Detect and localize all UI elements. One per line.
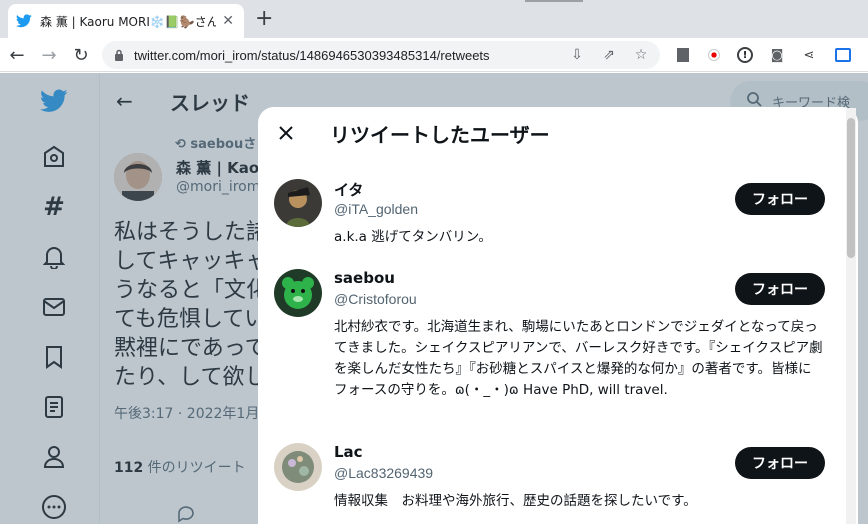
- close-icon[interactable]: [274, 121, 298, 145]
- avatar[interactable]: [274, 269, 322, 317]
- user-bio: 情報収集 お料理や海外旅行、歴史の話題を探したいです。: [334, 493, 697, 509]
- follow-button[interactable]: フォロー: [735, 447, 825, 479]
- url-text: twitter.com/mori_irom/status/14869465303…: [134, 47, 490, 63]
- list-item[interactable]: saebou @Cristoforou 北村紗衣です。北海道生まれ、駒場にいたあ…: [258, 269, 858, 429]
- modal-title: リツイートしたユーザー: [330, 123, 550, 147]
- reload-icon[interactable]: ↻: [68, 42, 94, 68]
- follow-button[interactable]: フォロー: [735, 183, 825, 215]
- list-item[interactable]: Lac @Lac83269439 情報収集 お料理や海外旅行、歴史の話題を探した…: [258, 443, 858, 523]
- lock-icon: [114, 46, 124, 65]
- new-tab-icon[interactable]: +: [255, 6, 273, 32]
- avatar[interactable]: [274, 179, 322, 227]
- extension-camera-icon[interactable]: ◙: [768, 46, 786, 64]
- forward-arrow-icon[interactable]: →: [36, 42, 62, 68]
- user-bio: 北村紗衣です。北海道生まれ、駒場にいたあとロンドンでジェダイとなって戻ってきまし…: [334, 319, 823, 398]
- user-name[interactable]: saebou: [334, 269, 395, 287]
- user-bio: a.k.a 逃げてタンバリン。: [334, 229, 492, 245]
- extension-share-icon[interactable]: ⋖: [800, 46, 818, 64]
- back-arrow-icon[interactable]: ←: [4, 42, 30, 68]
- list-item[interactable]: イタ @iTA_golden a.k.a 逃げてタンバリン。 フォロー: [258, 179, 858, 259]
- share-icon[interactable]: ⇗: [600, 46, 618, 64]
- user-name[interactable]: イタ: [334, 179, 363, 200]
- modal-header: リツイートしたユーザー: [258, 107, 858, 160]
- install-icon[interactable]: ⇩: [568, 46, 586, 64]
- user-name[interactable]: Lac: [334, 443, 363, 461]
- tab-close-icon[interactable]: ✕: [222, 13, 234, 29]
- tab-title: 森 薫 | Kaoru MORI❄️📗🦫さんは: [40, 14, 216, 29]
- tab-strip-indicator: [525, 0, 583, 2]
- extension-translate-icon[interactable]: [834, 46, 852, 64]
- modal-scrollbar[interactable]: [846, 108, 856, 524]
- bookmark-star-icon[interactable]: ☆: [632, 46, 650, 64]
- retweets-modal: リツイートしたユーザー イタ @iTA_golden a.k.a 逃げてタンバリ…: [258, 107, 858, 524]
- extension-reader-icon[interactable]: [674, 46, 692, 64]
- browser-tab[interactable]: 森 薫 | Kaoru MORI❄️📗🦫さんは ✕: [8, 4, 244, 38]
- extension-alert-icon[interactable]: !: [736, 46, 754, 64]
- twitter-bird-icon: [16, 13, 32, 29]
- user-handle[interactable]: @iTA_golden: [334, 201, 418, 217]
- extension-record-icon[interactable]: [705, 46, 723, 64]
- browser-toolbar: ← → ↻ twitter.com/mori_irom/status/14869…: [0, 38, 868, 72]
- scrollbar-thumb[interactable]: [847, 118, 855, 258]
- user-handle[interactable]: @Cristoforou: [334, 291, 417, 307]
- user-handle[interactable]: @Lac83269439: [334, 465, 433, 481]
- follow-button[interactable]: フォロー: [735, 273, 825, 305]
- avatar[interactable]: [274, 443, 322, 491]
- tab-strip: 森 薫 | Kaoru MORI❄️📗🦫さんは ✕ +: [0, 0, 868, 38]
